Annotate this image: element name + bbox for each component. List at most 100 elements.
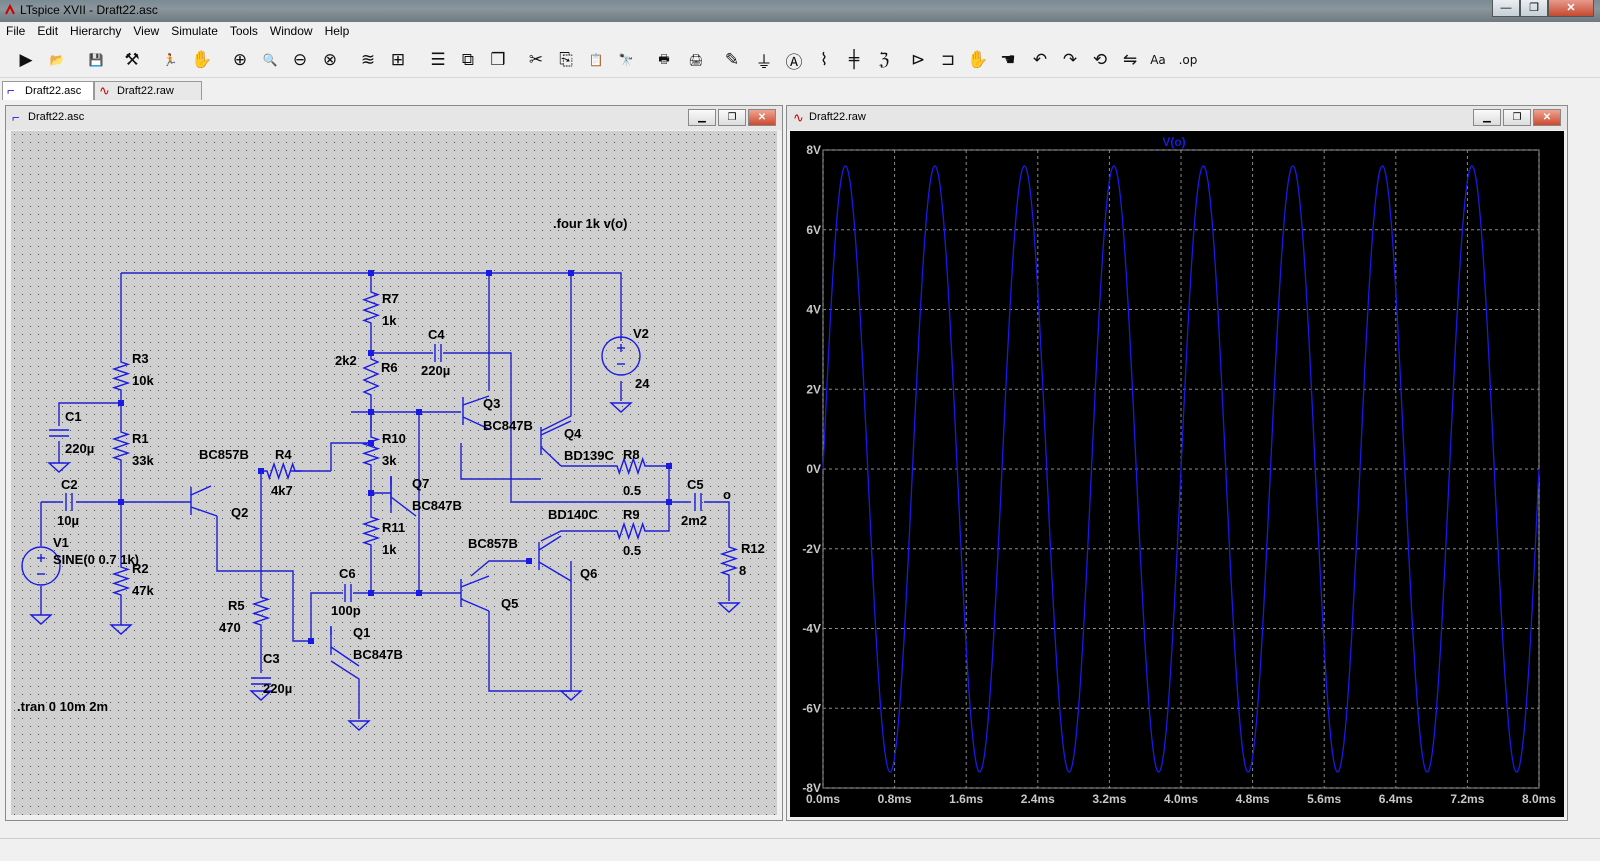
- value-R3[interactable]: 10k: [132, 373, 154, 388]
- cut-icon[interactable]: ✂: [524, 48, 548, 72]
- label-R4[interactable]: R4: [275, 447, 292, 462]
- label-R9[interactable]: R9: [623, 507, 640, 522]
- value-R1[interactable]: 33k: [132, 453, 154, 468]
- open-folder-icon[interactable]: 📂: [45, 48, 69, 72]
- label-Q4[interactable]: Q4: [564, 426, 582, 441]
- schematic-restore-button[interactable]: ❐: [718, 109, 746, 126]
- copy-icon[interactable]: ⎘: [554, 48, 578, 72]
- menu-help[interactable]: Help: [319, 22, 356, 38]
- label-Q2[interactable]: Q2: [231, 505, 248, 520]
- label-R2[interactable]: R2: [132, 561, 149, 576]
- type-Q3[interactable]: BC847B: [483, 418, 533, 433]
- value-R9[interactable]: 0.5: [623, 543, 641, 558]
- menu-simulate[interactable]: Simulate: [165, 22, 224, 38]
- value-R6[interactable]: 2k2: [335, 353, 357, 368]
- menu-view[interactable]: View: [127, 22, 165, 38]
- zoom-out-icon[interactable]: ⊖: [288, 48, 312, 72]
- label-R8[interactable]: R8: [623, 447, 640, 462]
- zoom-in-icon[interactable]: ⊕: [228, 48, 252, 72]
- directive-tran[interactable]: .tran 0 10m 2m: [17, 699, 108, 714]
- control-panel-icon[interactable]: ⚒: [120, 48, 144, 72]
- waveform-plot[interactable]: 0.0ms 0.8ms 1.6ms 2.4ms 3.2ms 4.0ms 4.8ms 5.6ms…: [790, 131, 1564, 817]
- label-R7[interactable]: R7: [382, 291, 399, 306]
- waveform-restore-button[interactable]: ❐: [1503, 109, 1531, 126]
- inductor-icon[interactable]: ℨ: [872, 48, 896, 72]
- type-Q1[interactable]: BC847B: [353, 647, 403, 662]
- label-Q5[interactable]: Q5: [501, 596, 518, 611]
- value-C5[interactable]: 2m2: [681, 513, 707, 528]
- label-R12[interactable]: R12: [741, 541, 765, 556]
- maximize-button[interactable]: ❐: [1520, 0, 1548, 17]
- save-icon[interactable]: 💾: [84, 48, 108, 72]
- label-C1[interactable]: C1: [65, 409, 82, 424]
- value-R4[interactable]: 4k7: [271, 483, 293, 498]
- schematic-canvas[interactable]: R7 1k C4 220µ V2 24 2k2 R6 R3 10k C1 220µ R1 33k Q3 BC8…: [11, 131, 777, 815]
- text-icon[interactable]: Aa: [1146, 48, 1170, 72]
- menu-tools[interactable]: Tools: [224, 22, 264, 38]
- label-R1[interactable]: R1: [132, 431, 149, 446]
- paste-icon[interactable]: 📋: [584, 48, 608, 72]
- label-R11[interactable]: R11: [382, 520, 405, 535]
- label-V1[interactable]: V1: [53, 535, 69, 550]
- close-button[interactable]: ✕: [1548, 0, 1594, 17]
- label-C2[interactable]: C2: [61, 477, 78, 492]
- label-Q6[interactable]: Q6: [580, 566, 597, 581]
- run-icon[interactable]: ▶: [14, 48, 38, 72]
- menu-file[interactable]: File: [0, 22, 31, 38]
- tile-vertical-icon[interactable]: ⧉: [456, 48, 480, 72]
- type-Q7[interactable]: BC847B: [412, 498, 462, 513]
- find-icon[interactable]: 🔭: [614, 48, 638, 72]
- value-V2[interactable]: 24: [635, 376, 650, 391]
- capacitor-icon[interactable]: ╪: [842, 48, 866, 72]
- tab-draft22-raw[interactable]: ∿ Draft22.raw: [94, 81, 202, 100]
- value-C1[interactable]: 220µ: [65, 441, 94, 456]
- label-C6[interactable]: C6: [339, 566, 356, 581]
- label-net-icon[interactable]: Ⓐ: [782, 48, 806, 73]
- value-V1[interactable]: SINE(0 0.7 1k): [53, 552, 139, 567]
- zoom-pan-icon[interactable]: 🔍: [258, 48, 282, 72]
- label-C3[interactable]: C3: [263, 651, 280, 666]
- mirror-icon[interactable]: ⇋: [1118, 48, 1142, 72]
- menu-window[interactable]: Window: [264, 22, 319, 38]
- waveform-close-button[interactable]: ✕: [1533, 109, 1561, 126]
- diode-icon[interactable]: ⊳: [906, 48, 930, 72]
- label-R10[interactable]: R10: [382, 431, 406, 446]
- value-C6[interactable]: 100p: [331, 603, 361, 618]
- value-R11[interactable]: 1k: [382, 542, 397, 557]
- drag-hand-icon[interactable]: ☚: [996, 48, 1020, 72]
- type-Q6[interactable]: BD140C: [548, 507, 598, 522]
- minimize-button[interactable]: —: [1492, 0, 1520, 17]
- type-Q5[interactable]: BC857B: [468, 536, 518, 551]
- value-R2[interactable]: 47k: [132, 583, 154, 598]
- label-R3[interactable]: R3: [132, 351, 149, 366]
- value-R7[interactable]: 1k: [382, 313, 397, 328]
- value-R8[interactable]: 0.5: [623, 483, 641, 498]
- spice-directive-icon[interactable]: .op: [1176, 48, 1200, 72]
- label-V2[interactable]: V2: [633, 326, 649, 341]
- value-C3[interactable]: 220µ: [263, 681, 292, 696]
- label-R5[interactable]: R5: [228, 598, 245, 613]
- value-R5[interactable]: 470: [219, 620, 241, 635]
- label-Q1[interactable]: Q1: [353, 625, 370, 640]
- label-C5[interactable]: C5: [687, 477, 704, 492]
- type-Q4[interactable]: BD139C: [564, 448, 614, 463]
- grid-icon[interactable]: ⊞: [386, 48, 410, 72]
- value-R10[interactable]: 3k: [382, 453, 397, 468]
- value-C2[interactable]: 10µ: [57, 513, 79, 528]
- undo-icon[interactable]: ↶: [1028, 48, 1052, 72]
- net-label-o[interactable]: o: [723, 487, 731, 502]
- draw-wire-icon[interactable]: ✎: [720, 48, 744, 72]
- directive-four[interactable]: .four 1k v(o): [553, 216, 627, 231]
- schematic-close-button[interactable]: ✕: [748, 109, 776, 126]
- label-Q3[interactable]: Q3: [483, 396, 500, 411]
- waveform-minimize-button[interactable]: ▁: [1473, 109, 1501, 126]
- print-setup-icon[interactable]: 🖨: [684, 48, 708, 72]
- print-icon[interactable]: 🖶: [652, 48, 676, 72]
- type-Q2[interactable]: BC857B: [199, 447, 249, 462]
- autorange-icon[interactable]: ≋: [356, 48, 380, 72]
- menu-hierarchy[interactable]: Hierarchy: [64, 22, 127, 38]
- label-R6[interactable]: R6: [381, 360, 398, 375]
- resistor-icon[interactable]: ⌇: [812, 48, 836, 72]
- run-man-icon[interactable]: 🏃: [158, 48, 182, 72]
- schematic-minimize-button[interactable]: ▁: [688, 109, 716, 126]
